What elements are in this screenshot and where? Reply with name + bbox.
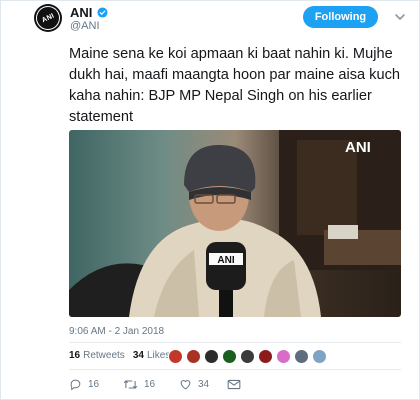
video-frame: ANI ANI [69, 130, 401, 317]
reply-count: 16 [88, 379, 100, 390]
retweets-count: 16 [69, 350, 81, 361]
divider [69, 342, 401, 343]
reply-icon [70, 379, 81, 391]
like-button[interactable]: 34 [179, 378, 209, 391]
liker-avatar[interactable] [294, 349, 309, 364]
tweet-text: Maine sena ke koi apmaan ki baat nahin k… [69, 46, 400, 125]
avatar-logo-text: ANI [40, 12, 56, 24]
liker-avatar[interactable] [276, 349, 291, 364]
display-name-text: ANI [70, 5, 93, 20]
likes-label: Likes [146, 350, 171, 361]
retweet-count: 16 [144, 379, 156, 390]
liker-avatar[interactable] [186, 349, 201, 364]
ani-watermark: ANI [345, 139, 371, 156]
retweets-stat[interactable]: 16 Retweets [69, 350, 125, 361]
heart-icon [180, 380, 191, 390]
like-count: 34 [198, 379, 210, 390]
ani-logo: ANI [32, 2, 64, 34]
tweet-timestamp[interactable]: 9:06 AM - 2 Jan 2018 [69, 326, 164, 337]
likes-count: 34 [132, 350, 144, 361]
direct-message-button[interactable] [227, 378, 247, 391]
retweets-label: Retweets [83, 350, 125, 361]
liker-avatar[interactable] [222, 349, 237, 364]
divider [69, 369, 401, 370]
envelope-icon [227, 379, 241, 390]
liker-avatars [168, 349, 330, 364]
mic-label: ANI [217, 255, 234, 266]
tweet-stats: 16 Retweets 34 Likes [69, 350, 170, 361]
chevron-down-icon[interactable] [393, 10, 407, 24]
verified-badge-icon [97, 7, 108, 18]
avatar[interactable]: ANI [32, 2, 64, 34]
retweet-button[interactable]: 16 [123, 378, 155, 391]
following-button[interactable]: Following [303, 6, 378, 28]
liker-avatar[interactable] [204, 349, 219, 364]
display-name[interactable]: ANI [70, 5, 108, 20]
liker-avatar[interactable] [240, 349, 255, 364]
retweet-icon [123, 380, 138, 389]
user-handle[interactable]: @ANI [70, 20, 100, 32]
reply-button[interactable]: 16 [69, 378, 99, 391]
likes-stat[interactable]: 34 Likes [133, 350, 170, 361]
tweet-header: ANI ANI @ANI Following [32, 0, 414, 36]
tweet-video-thumbnail[interactable]: ANI ANI [69, 130, 401, 317]
liker-avatar[interactable] [312, 349, 327, 364]
liker-avatar[interactable] [258, 349, 273, 364]
liker-avatar[interactable] [168, 349, 183, 364]
